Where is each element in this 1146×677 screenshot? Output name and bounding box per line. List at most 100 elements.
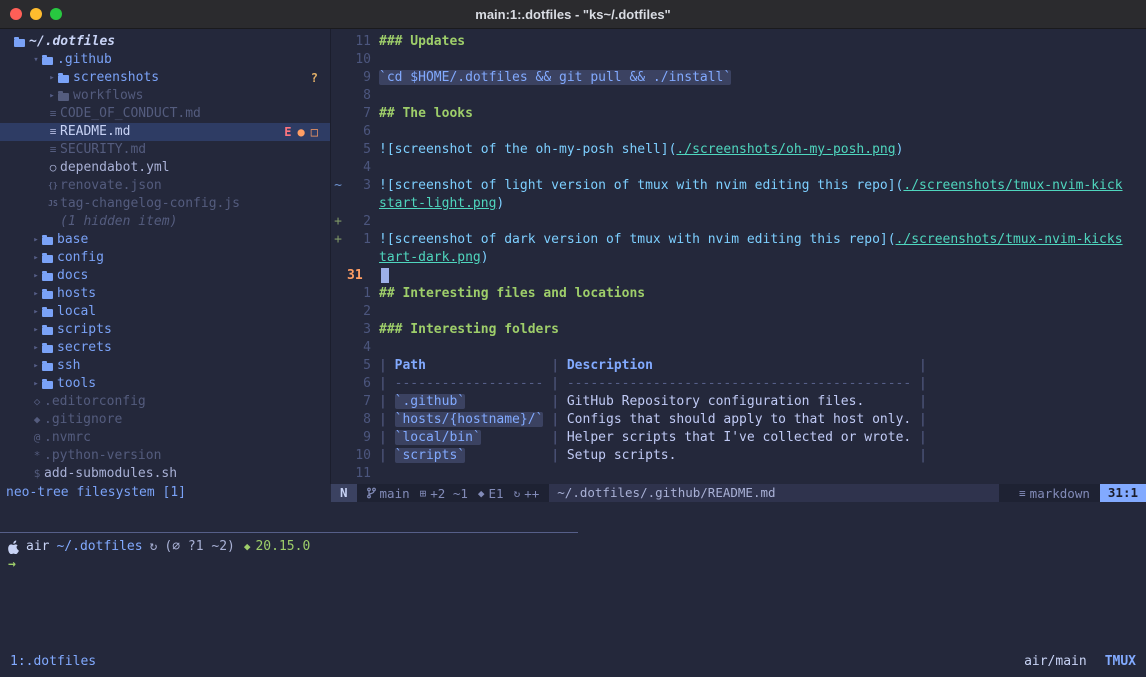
tmux-pane-separator[interactable] [0,532,578,533]
editor-line[interactable]: +1![screenshot of dark version of tmux w… [331,231,1146,249]
modified-badge: ● [298,123,305,141]
tree-item-label: (1 hidden item) [60,213,177,231]
shell-pane[interactable]: air ~/.dotfiles ↻ (∅ ?1 ~2) ◆ 20.15.0 → [8,538,1146,574]
tree-item-tag-changelog-config-js[interactable]: JStag-changelog-config.js [0,195,330,213]
editor-line[interactable]: 1## Interesting files and locations [331,285,1146,303]
prompt-git-status: (∅ ?1 ~2) [164,538,234,556]
chevron-right-icon: ▸ [30,267,42,285]
editor-line[interactable]: 9| `local/bin` | Helper scripts that I'v… [331,429,1146,447]
tree-item-secrets[interactable]: ▸secrets [0,339,330,357]
editor-line[interactable]: tart-dark.png) [331,249,1146,267]
tree-item-docs[interactable]: ▸docs [0,267,330,285]
tree-item-python-version[interactable]: *.python-version [0,447,330,465]
close-button[interactable] [10,8,22,20]
gutter-sign [331,123,345,141]
line-number: 11 [345,33,379,51]
tree-item-label: tag-changelog-config.js [60,195,240,213]
editor-line[interactable]: 9`cd $HOME/.dotfiles && git pull && ./in… [331,69,1146,87]
tmux-window-tab[interactable]: 1:.dotfiles [10,654,96,669]
tree-item-label: scripts [57,321,112,339]
text-segment: `hosts/{hostname}/` [395,412,544,427]
tree-item-gitignore[interactable]: ◆.gitignore [0,411,330,429]
tree-item-label: tools [57,375,96,393]
line-number [345,249,379,267]
tmux-session-name: air/main [1024,654,1087,669]
shell-input-line[interactable]: → [8,556,1146,574]
zoom-button[interactable] [50,8,62,20]
markdown-icon: ≡ [46,141,60,159]
tree-item-readme-md[interactable]: ≡README.mdE●□ [0,123,330,141]
tree-item-dotfiles[interactable]: ~/.dotfiles [0,33,330,51]
prompt-host: air [26,538,49,556]
tree-item-code-of-conduct-md[interactable]: ≡CODE_OF_CONDUCT.md [0,105,330,123]
editor-line-text: start-light.png) [379,195,504,213]
tree-item-ssh[interactable]: ▸ssh [0,357,330,375]
tree-item-label: .python-version [44,447,161,465]
editor-line[interactable]: start-light.png) [331,195,1146,213]
editor-line[interactable]: 5| Path | Description | [331,357,1146,375]
editor-line[interactable]: 31 [331,267,1146,285]
shell-script-icon: $ [30,465,44,483]
line-number: 7 [345,393,379,411]
editor-line[interactable]: 4 [331,159,1146,177]
minimize-button[interactable] [30,8,42,20]
text-segment: | [911,430,927,445]
editor-line[interactable]: 11 [331,465,1146,483]
editor-line-text: ### Interesting folders [379,321,559,339]
cursor-position: 31:1 [1100,484,1146,502]
prompt-path: ~/.dotfiles [56,538,142,556]
tree-item-github[interactable]: ▾.github [0,51,330,69]
editor-line[interactable]: 6| ------------------- | ---------------… [331,375,1146,393]
text-segment: | [379,448,395,463]
editor-line[interactable]: 7## The looks [331,105,1146,123]
editor-line[interactable]: ~3![screenshot of light version of tmux … [331,177,1146,195]
tree-item-hosts[interactable]: ▸hosts [0,285,330,303]
tree-item-screenshots[interactable]: ▸screenshots? [0,69,330,87]
editor-line[interactable]: 7| `.github` | GitHub Repository configu… [331,393,1146,411]
apple-icon [8,540,20,554]
tree-item-local[interactable]: ▸local [0,303,330,321]
tree-item-editorconfig[interactable]: ◇.editorconfig [0,393,330,411]
line-number: 6 [345,123,379,141]
text-segment: tart-dark.png [379,250,481,265]
editor-line[interactable]: 3### Interesting folders [331,321,1146,339]
tree-item-label: base [57,231,88,249]
editor-line[interactable]: 11### Updates [331,33,1146,51]
text-segment: `local/bin` [395,430,481,445]
javascript-icon: JS [46,195,60,213]
tree-item-tools[interactable]: ▸tools [0,375,330,393]
tree-item-scripts[interactable]: ▸scripts [0,321,330,339]
window-title: main:1:.dotfiles - "ks~/.dotfiles" [475,7,670,22]
editor-line[interactable]: 10 [331,51,1146,69]
current-file-path: ~/.dotfiles/.github/README.md [549,484,999,502]
text-segment: ) [481,250,489,265]
tree-item-workflows[interactable]: ▸workflows [0,87,330,105]
tree-item-config[interactable]: ▸config [0,249,330,267]
gutter-sign [331,285,345,303]
extra-segment: ↻ ++ [514,486,540,501]
editor-line[interactable]: 8| `hosts/{hostname}/` | Configs that sh… [331,411,1146,429]
tree-item-nvmrc[interactable]: @.nvmrc [0,429,330,447]
tree-item-badges: ? [311,69,318,87]
text-segment: `scripts` [395,448,465,463]
tree-item-base[interactable]: ▸base [0,231,330,249]
unstaged-badge: □ [311,123,318,141]
line-number: 3 [345,321,379,339]
gutter-sign: + [331,231,345,249]
tree-item-dependabot-yml[interactable]: ○dependabot.yml [0,159,330,177]
editor-line[interactable]: 4 [331,339,1146,357]
editor-line[interactable]: 8 [331,87,1146,105]
editor-line[interactable]: 6 [331,123,1146,141]
tree-item-1-hidden-item[interactable]: (1 hidden item) [0,213,330,231]
tree-item-renovate-json[interactable]: {}renovate.json [0,177,330,195]
editor-line[interactable]: 2 [331,303,1146,321]
tree-item-security-md[interactable]: ≡SECURITY.md [0,141,330,159]
tree-item-badges: E●□ [284,123,318,141]
tree-item-add-submodules-sh[interactable]: $add-submodules.sh [0,465,330,483]
text-segment: ## Interesting files and locations [379,286,645,301]
line-number: 9 [345,429,379,447]
editor-line[interactable]: +2 [331,213,1146,231]
editor-line[interactable]: 10| `scripts` | Setup scripts. | [331,447,1146,465]
folder-icon [42,363,53,371]
editor-line[interactable]: 5![screenshot of the oh-my-posh shell](.… [331,141,1146,159]
